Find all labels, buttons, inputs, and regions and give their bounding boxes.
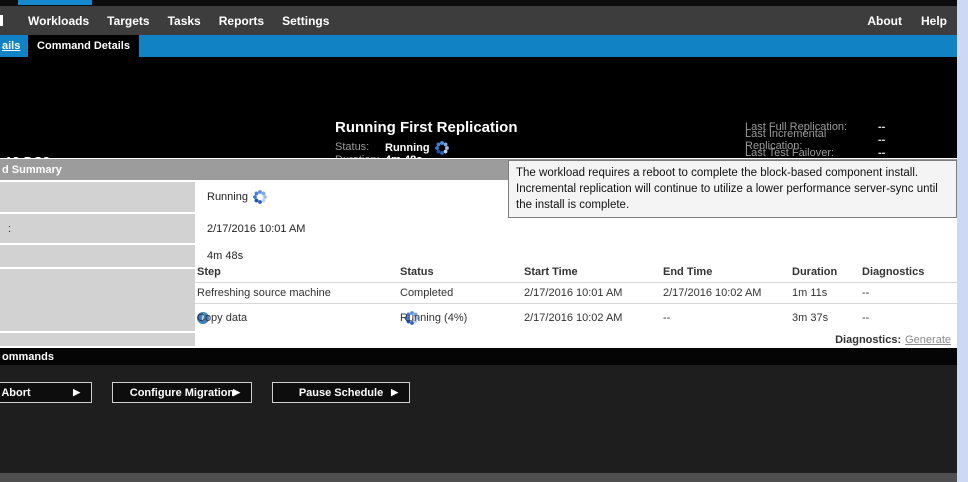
start-time-cell: 2/17/2016 10:02 AM <box>524 312 622 324</box>
nav-item-reports[interactable]: Reports <box>219 14 264 28</box>
column-header-start-time: Start Time <box>524 266 578 278</box>
abort-button[interactable]: Abort ▶ <box>0 382 92 403</box>
column-header-status: Status <box>400 266 434 278</box>
commands-section: ommands Abort▶Configure Migration▶Pause … <box>0 348 957 473</box>
nav-item-settings[interactable]: Settings <box>282 14 329 28</box>
summary-row-value: Running <box>207 182 267 212</box>
tab-details-partial[interactable]: ails <box>2 40 20 52</box>
command-arrow-icon: ▶ <box>233 387 240 398</box>
steps-table-row[interactable]: iCopy dataRunning (4%)2/17/2016 10:02 AM… <box>195 303 957 331</box>
step-name: Copy data <box>197 312 247 324</box>
commands-title-fragment: ommands <box>2 351 54 363</box>
column-header-end-time: End Time <box>663 266 712 278</box>
replication-header: 12-DC2 Running First Replication Status:… <box>0 57 957 158</box>
bottom-status-strip <box>0 473 957 482</box>
end-time-cell: 2/17/2016 10:02 AM <box>663 287 761 299</box>
tab-command-details[interactable]: Command Details <box>28 35 139 57</box>
spinner-icon <box>435 141 449 155</box>
info-row-value: -- <box>878 134 885 146</box>
step-name: Refreshing source machine <box>197 287 331 299</box>
diagnostics-line: Diagnostics: Generate <box>835 334 951 346</box>
status-cell: Running (4%) <box>400 311 419 325</box>
info-row-last-incremental-replication-: Last Incremental Replication:-- <box>745 133 950 146</box>
start-time-cell: 2/17/2016 10:01 AM <box>524 287 622 299</box>
header-field-label: Status: <box>335 141 369 153</box>
nav-item-about[interactable]: About <box>867 14 902 28</box>
reboot-required-tooltip: The workload requires a reboot to comple… <box>508 160 957 218</box>
steps-table-header: Step Status Start Time End Time Duration Diag… <box>195 262 957 282</box>
replication-title: Running First Replication <box>335 119 518 136</box>
diagnostics-cell: -- <box>862 287 869 299</box>
nav-item-cutoff-fragment <box>0 15 3 26</box>
duration-cell: 1m 11s <box>792 287 827 299</box>
command-arrow-icon: ▶ <box>73 387 80 398</box>
header-field-value: Running <box>385 141 449 155</box>
main-navbar: Workloads Targets Tasks Reports Settings Abo… <box>0 6 957 35</box>
nav-item-workloads[interactable]: Workloads <box>28 14 89 28</box>
tab-bar: ails Command Details <box>0 35 957 57</box>
duration-cell: 3m 37s <box>792 312 828 324</box>
info-row-value: -- <box>878 121 885 133</box>
command-button-label: Abort <box>1 387 30 399</box>
column-header-diagnostics: Diagnostics <box>862 266 924 278</box>
command-arrow-icon: ▶ <box>391 387 398 398</box>
summary-row-value: 2/17/2016 10:01 AM <box>207 214 305 243</box>
header-field-status-: Status: Running <box>335 141 595 154</box>
spinner-icon <box>253 190 267 204</box>
summary-row-label: : <box>0 214 195 243</box>
command-button-label: Pause Schedule <box>299 387 383 399</box>
status-text: Completed <box>400 287 453 299</box>
tab-command-details-label: Command Details <box>37 40 130 52</box>
commands-header: ommands <box>0 348 957 365</box>
summary-diagnostics-label-cell <box>0 333 195 346</box>
app-window: Workloads Targets Tasks Reports Settings Abo… <box>0 0 957 482</box>
diagnostics-generate-link[interactable]: Generate <box>905 334 951 346</box>
pause-schedule-button[interactable]: Pause Schedule ▶ <box>272 382 410 403</box>
top-edge-blue-indicator <box>18 0 92 5</box>
steps-table: Step Status Start Time End Time Duration Diag… <box>195 262 957 331</box>
diagnostics-cell: -- <box>862 312 869 324</box>
summary-row: :2/17/2016 10:01 AM <box>0 214 957 243</box>
nav-item-targets[interactable]: Targets <box>107 14 149 28</box>
main-nav-right-items: About Help <box>867 14 957 28</box>
column-header-duration: Duration <box>792 266 837 278</box>
nav-item-tasks[interactable]: Tasks <box>168 14 201 28</box>
command-summary-title-fragment: d Summary <box>2 164 62 176</box>
steps-table-row[interactable]: Refreshing source machine Completed 2/17/2… <box>195 282 957 303</box>
main-nav-items: Workloads Targets Tasks Reports Settings <box>0 14 329 28</box>
status-text: Running (4%) <box>400 312 467 324</box>
summary-row-label <box>0 182 195 212</box>
summary-steps-label-cell <box>0 269 195 331</box>
summary-row-label <box>0 245 195 267</box>
command-button-label: Configure Migration <box>130 387 235 399</box>
end-time-cell: -- <box>663 312 670 324</box>
configure-migration-button[interactable]: Configure Migration▶ <box>112 382 252 403</box>
column-header-step: Step <box>197 266 221 278</box>
nav-item-help[interactable]: Help <box>921 14 947 28</box>
diagnostics-label: Diagnostics: <box>835 334 901 346</box>
